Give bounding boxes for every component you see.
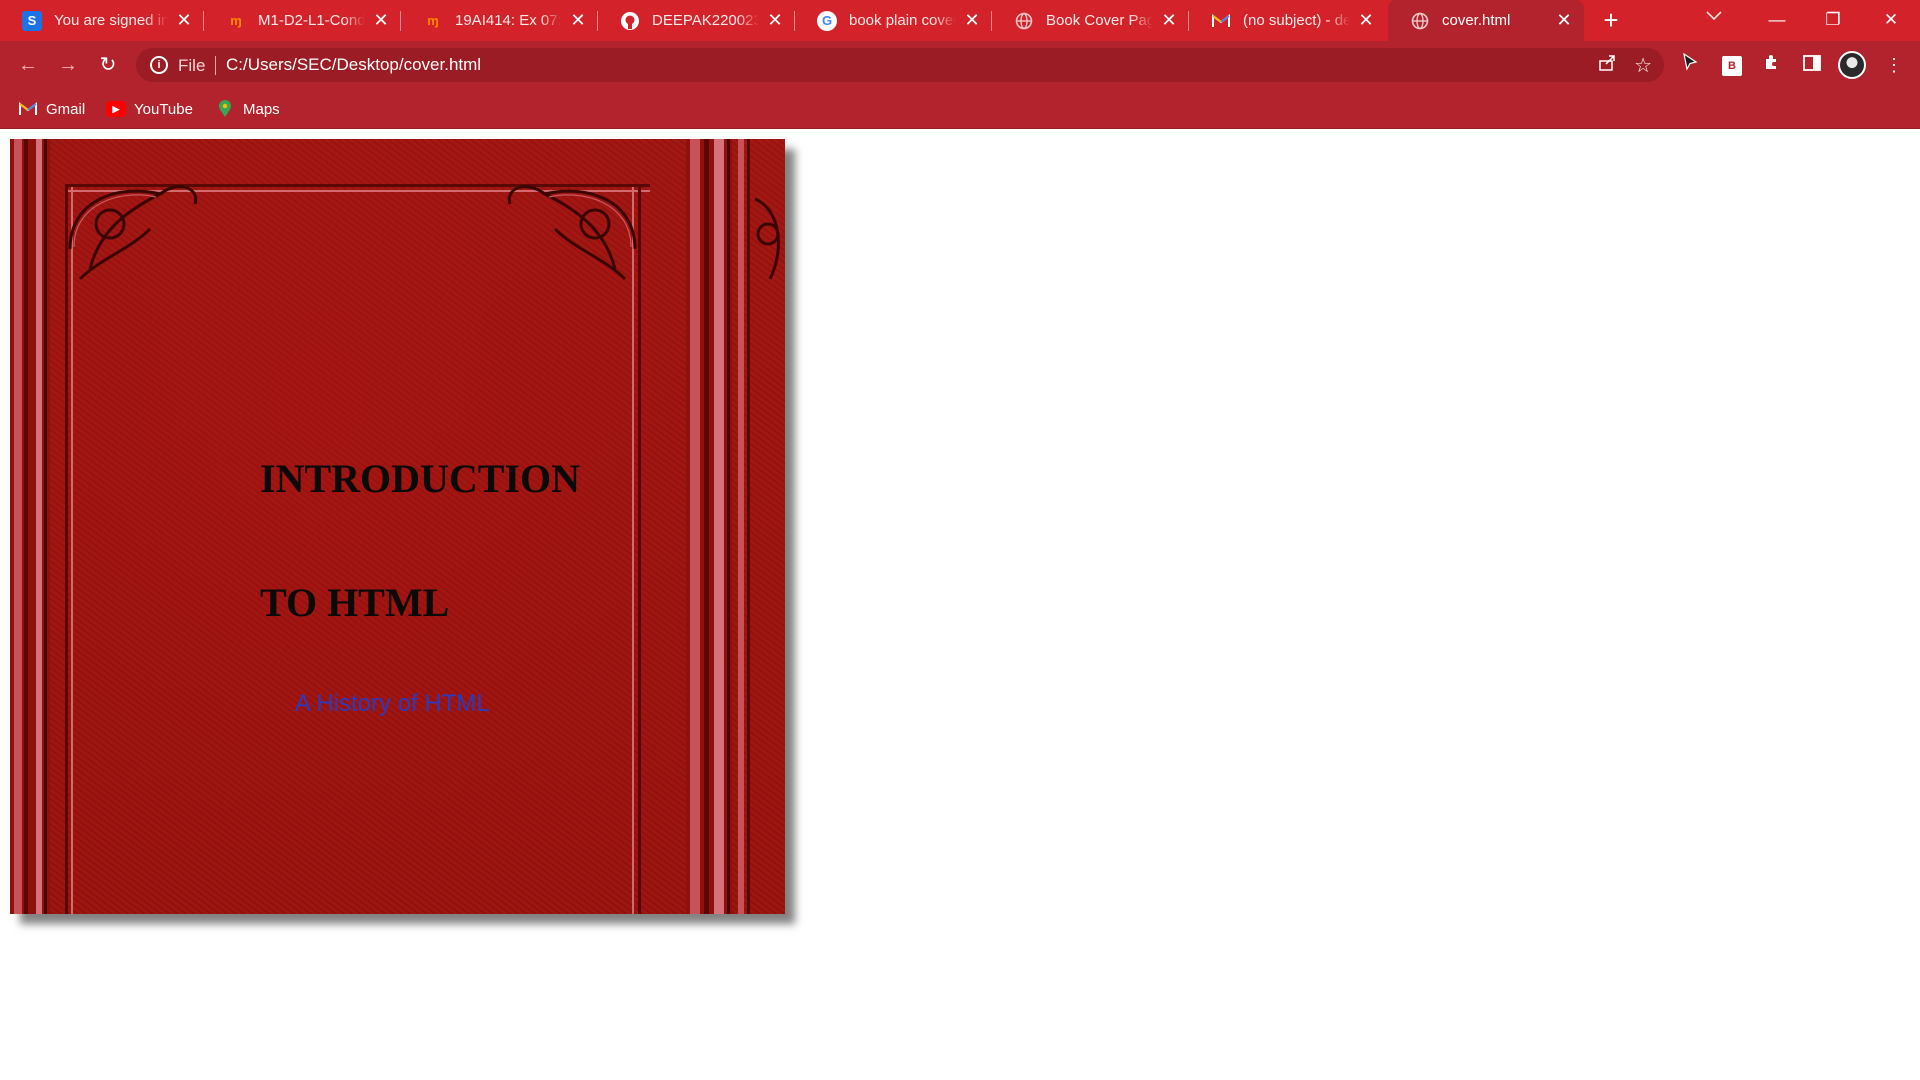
share-icon[interactable] (1598, 54, 1616, 77)
youtube-icon: ▶ (106, 101, 126, 117)
close-icon[interactable]: ✕ (1159, 10, 1179, 31)
menu-kebab-icon[interactable]: ⋮ (1880, 51, 1908, 79)
profile-avatar[interactable] (1838, 51, 1866, 79)
tab-title: (no subject) - dee (1243, 12, 1350, 29)
cover-ornament-frame (10, 139, 780, 914)
tab-google-search[interactable]: G book plain cover ✕ (795, 0, 992, 41)
bookmark-youtube[interactable]: ▶ YouTube (106, 97, 193, 121)
bookmark-label: Gmail (46, 100, 86, 118)
b-extension-icon[interactable]: B (1722, 56, 1742, 76)
bookmark-label: Maps (243, 100, 280, 118)
side-panel-icon[interactable] (1798, 51, 1826, 79)
globe-icon (1410, 11, 1430, 31)
globe-icon (1014, 11, 1034, 31)
cover-subtitle: A History of HTML (295, 690, 490, 717)
gmail-icon (18, 101, 38, 117)
tab-strip: S You are signed in ✕ ɱ M1-D2-L1-Conditi… (0, 0, 1920, 41)
info-icon[interactable]: i (150, 56, 168, 74)
google-icon: G (817, 10, 837, 31)
tab-search-chevron-icon[interactable] (1706, 8, 1722, 26)
cursor-extension-icon[interactable] (1676, 51, 1704, 79)
bookmark-maps[interactable]: Maps (215, 97, 280, 121)
bookmark-label: YouTube (134, 100, 193, 118)
skillrack-icon: S (22, 10, 42, 31)
moodle-icon: ɱ (427, 13, 439, 28)
cover-title-line1: INTRODUCTION (260, 456, 581, 501)
tab-title: cover.html (1442, 12, 1511, 29)
tab-gmail[interactable]: (no subject) - dee ✕ (1189, 0, 1386, 41)
extensions-puzzle-icon[interactable] (1758, 51, 1786, 79)
minimize-icon[interactable]: — (1754, 4, 1800, 36)
close-icon[interactable]: ✕ (765, 10, 785, 31)
tab-title: book plain cover (849, 12, 956, 29)
tab-title: You are signed in (54, 12, 168, 29)
browser-toolbar: ← → ↻ i File C:/Users/SEC/Desktop/cover.… (0, 41, 1920, 89)
bookmark-gmail[interactable]: Gmail (18, 97, 85, 121)
page-content: INTRODUCTION TO HTML A History of HTML (0, 129, 1920, 1080)
tab-skillrack[interactable]: S You are signed in ✕ (0, 0, 204, 41)
tab-moodle-m1[interactable]: ɱ M1-D2-L1-Conditi ✕ (204, 0, 401, 41)
close-icon[interactable]: ✕ (174, 10, 194, 31)
close-icon[interactable]: ✕ (371, 10, 391, 31)
close-icon[interactable]: ✕ (1356, 10, 1376, 31)
forward-arrow-icon[interactable]: → (52, 49, 84, 81)
maps-icon (215, 100, 235, 117)
address-bar[interactable]: i File C:/Users/SEC/Desktop/cover.html ☆ (136, 48, 1664, 82)
github-icon (620, 11, 640, 31)
back-arrow-icon[interactable]: ← (12, 49, 44, 81)
tab-title: M1-D2-L1-Conditi (258, 12, 365, 29)
reload-icon[interactable]: ↻ (92, 49, 124, 81)
window-close-icon[interactable]: ✕ (1868, 4, 1914, 36)
cover-title-line2: TO HTML (260, 580, 450, 625)
gmail-icon (1211, 11, 1231, 31)
tab-github[interactable]: DEEPAK2200233/ ✕ (598, 0, 795, 41)
tab-cover-html[interactable]: cover.html ✕ (1388, 0, 1584, 41)
bookmarks-bar: Gmail ▶ YouTube Maps (0, 89, 1920, 129)
restore-icon[interactable]: ❐ (1810, 4, 1856, 36)
address-scheme: File (178, 56, 206, 75)
moodle-icon: ɱ (230, 13, 242, 28)
tab-book-cover-page[interactable]: Book Cover Page ✕ (992, 0, 1189, 41)
address-divider (215, 56, 216, 75)
tab-title: Book Cover Page (1046, 12, 1153, 29)
close-icon[interactable]: ✕ (568, 10, 588, 31)
new-tab-button[interactable]: + (1598, 7, 1624, 34)
bookmark-star-icon[interactable]: ☆ (1634, 53, 1652, 78)
address-url[interactable]: C:/Users/SEC/Desktop/cover.html (226, 55, 481, 75)
tab-title: DEEPAK2200233/ (652, 12, 759, 29)
close-icon[interactable]: ✕ (962, 10, 982, 31)
close-icon[interactable]: ✕ (1554, 10, 1574, 31)
tab-title: 19AI414: Ex 07: D (455, 12, 562, 29)
tab-moodle-19ai414[interactable]: ɱ 19AI414: Ex 07: D ✕ (401, 0, 598, 41)
book-cover: INTRODUCTION TO HTML A History of HTML (10, 139, 785, 914)
